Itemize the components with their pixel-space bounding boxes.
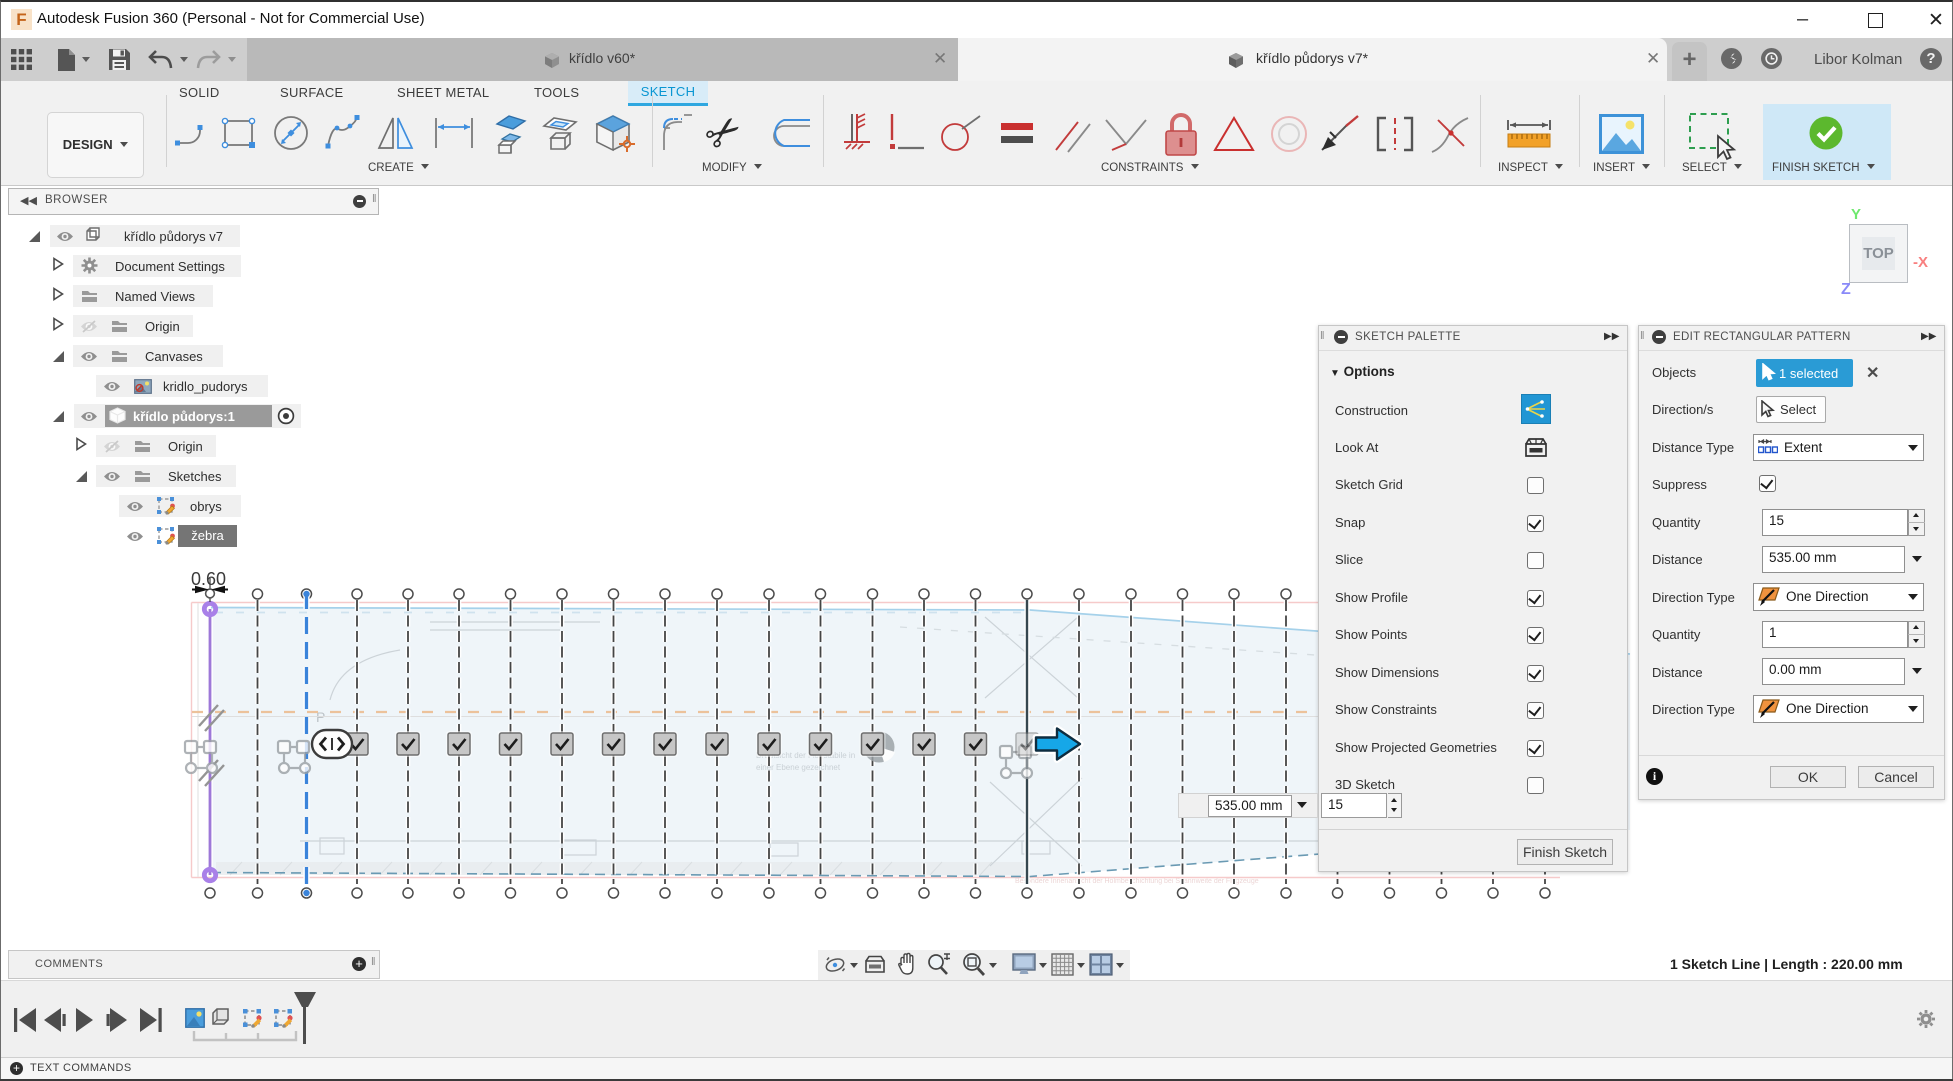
svg-text:Besondere Innenansicht der Hol: Besondere Innenansicht der Holmbeschicht… — [1015, 878, 1259, 885]
svg-text:0.60: 0.60 — [191, 569, 226, 589]
